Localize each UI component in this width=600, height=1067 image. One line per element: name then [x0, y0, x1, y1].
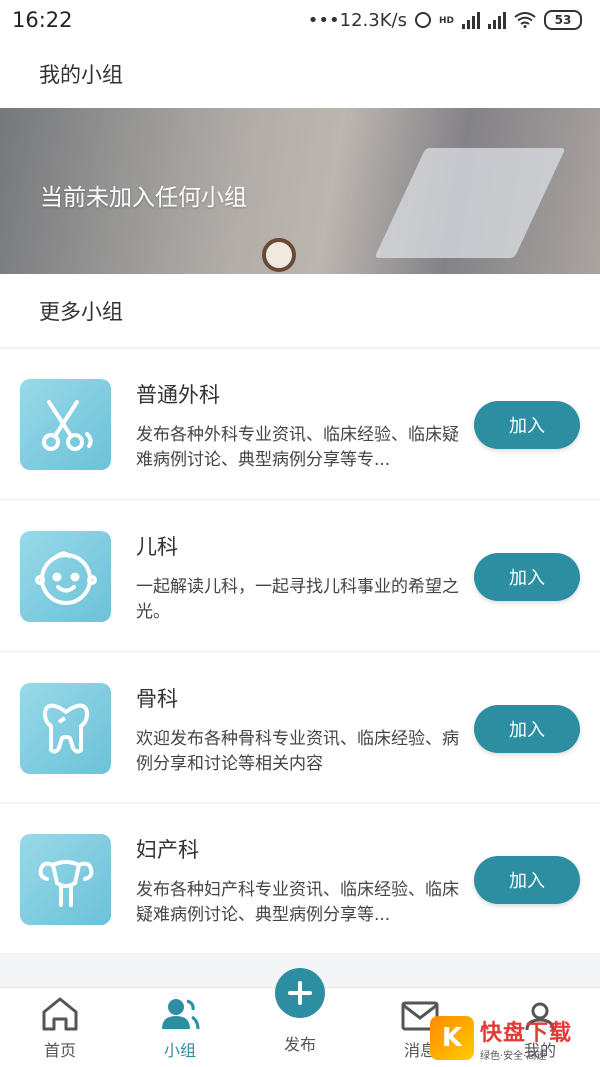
watch-image — [262, 238, 296, 272]
wifi-icon — [514, 12, 536, 28]
nav-groups-label: 小组 — [163, 1041, 196, 1060]
more-groups-header: 更多小组 — [0, 274, 600, 348]
group-icon — [162, 999, 200, 1030]
group-name: 儿科 — [136, 535, 178, 559]
status-icons: •••12.3K/s HD 53 — [308, 10, 582, 31]
signal-icon-2 — [488, 11, 506, 29]
watermark-text: 快盘下载 绿色·安全·高速 — [480, 1015, 572, 1062]
nav-home[interactable]: 首页 — [0, 988, 120, 1067]
status-bar: 16:22 •••12.3K/s HD 53 — [0, 0, 600, 40]
group-item-orthopedics[interactable]: 骨科 欢迎发布各种骨科专业资讯、临床经验、病例分享和讨论等相关内容 加入 — [0, 653, 600, 802]
my-groups-banner[interactable]: 当前未加入任何小组 — [0, 108, 600, 274]
group-name: 妇产科 — [136, 838, 199, 862]
plus-icon — [288, 981, 312, 1005]
nav-publish-label: 发布 — [283, 1035, 316, 1054]
watermark: K 快盘下载 绿色·安全·高速 — [430, 1013, 600, 1063]
alarm-icon — [414, 12, 431, 28]
baby-face-icon — [20, 531, 111, 622]
group-item-general-surgery[interactable]: 普通外科 发布各种外科专业资讯、临床经验、临床疑难病例讨论、典型病例分享等专..… — [0, 349, 600, 498]
hd-label: HD — [438, 15, 454, 26]
join-button[interactable]: 加入 — [474, 401, 580, 449]
join-button[interactable]: 加入 — [474, 553, 580, 601]
bone-icon — [20, 683, 111, 774]
group-description: 发布各种外科专业资讯、临床经验、临床疑难病例讨论、典型病例分享等专... — [136, 425, 459, 470]
group-name: 普通外科 — [136, 383, 220, 407]
group-description: 一起解读儿科，一起寻找儿科事业的希望之光。 — [136, 577, 459, 622]
scissors-icon — [20, 379, 111, 470]
network-speed: •••12.3K/s — [307, 9, 407, 31]
status-time: 16:22 — [12, 8, 73, 32]
group-item-pediatrics[interactable]: 儿科 一起解读儿科，一起寻找儿科事业的希望之光。 加入 — [0, 501, 600, 650]
publish-button[interactable] — [275, 968, 325, 1018]
join-button[interactable]: 加入 — [474, 856, 580, 904]
watermark-sub-text: 绿色·安全·高速 — [480, 1050, 547, 1062]
more-groups-title: 更多小组 — [39, 299, 123, 324]
my-groups-title: 我的小组 — [39, 63, 123, 87]
nav-groups[interactable]: 小组 — [120, 988, 240, 1067]
watermark-logo: K — [430, 1016, 474, 1060]
group-description: 发布各种妇产科专业资讯、临床经验、临床疑难病例讨论、典型病例分享等... — [136, 880, 459, 925]
battery-icon: 53 — [544, 10, 582, 30]
group-name: 骨科 — [136, 687, 178, 711]
uterus-icon — [20, 834, 111, 925]
nav-home-label: 首页 — [43, 1041, 76, 1060]
no-group-text: 当前未加入任何小组 — [40, 185, 247, 211]
home-icon — [42, 997, 78, 1031]
group-item-obstetrics-gynecology[interactable]: 妇产科 发布各种妇产科专业资讯、临床经验、临床疑难病例讨论、典型病例分享等...… — [0, 804, 600, 953]
join-button[interactable]: 加入 — [474, 705, 580, 753]
my-groups-header: 我的小组 — [0, 40, 600, 108]
group-description: 欢迎发布各种骨科专业资讯、临床经验、病例分享和讨论等相关内容 — [136, 729, 459, 774]
watermark-main-text: 快盘下载 — [480, 1020, 573, 1046]
signal-icon — [462, 11, 480, 29]
